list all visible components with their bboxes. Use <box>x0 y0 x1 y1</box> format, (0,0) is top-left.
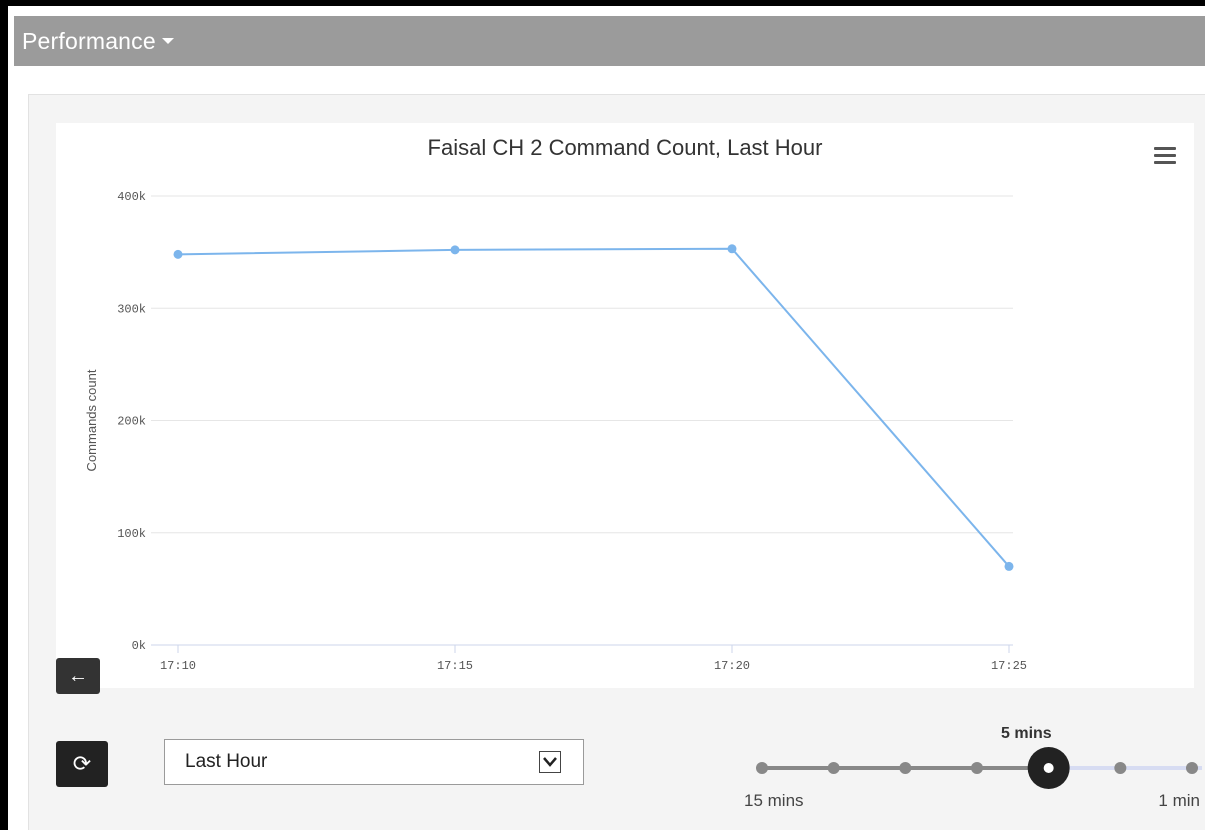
time-range-select[interactable]: Last Hour <box>164 739 584 785</box>
slider-step[interactable] <box>1186 762 1198 774</box>
data-point <box>727 244 737 254</box>
y-tick-label: 300k <box>117 302 146 316</box>
series-line <box>177 247 1010 568</box>
performance-panel: 0k 100k 200k 300k 400k Commands count 17:10 17:… <box>28 94 1205 830</box>
y-axis-label: Commands count <box>84 369 99 471</box>
data-point <box>1004 561 1014 571</box>
data-point <box>450 245 460 255</box>
y-tick-label: 200k <box>117 415 146 429</box>
refresh-icon: ⟳ <box>72 751 92 776</box>
slider-step[interactable] <box>827 762 840 774</box>
x-tick-label: 17:20 <box>714 659 750 673</box>
time-range-value: Last Hour <box>185 751 268 772</box>
line-chart: 0k 100k 200k 300k 400k Commands count 17:10 17:… <box>84 190 1027 673</box>
app-frame: Performance 0k 100k 200k 300k 400k Commands c… <box>8 6 1205 830</box>
x-tick-label: 17:25 <box>991 659 1027 673</box>
chevron-down-icon[interactable] <box>539 751 561 773</box>
hamburger-menu-icon[interactable] <box>1154 147 1176 165</box>
slider-max-label: 1 min <box>1158 791 1200 810</box>
slider-track[interactable] <box>744 737 1204 797</box>
header-title[interactable]: Performance <box>14 28 156 55</box>
slider-handle-dot <box>1043 763 1054 773</box>
caret-down-icon[interactable] <box>161 38 174 44</box>
slider-step[interactable] <box>971 762 983 774</box>
slider-step[interactable] <box>756 762 768 774</box>
y-tick-label: 400k <box>117 190 146 204</box>
slider-min-label: 15 mins <box>744 791 804 810</box>
back-button[interactable]: ← <box>56 658 100 694</box>
slider-step[interactable] <box>1114 762 1127 774</box>
y-tick-label: 0k <box>132 639 146 653</box>
data-point <box>173 249 183 259</box>
slider-step[interactable] <box>899 762 912 774</box>
chart-card: 0k 100k 200k 300k 400k Commands count 17:10 17:… <box>56 123 1194 694</box>
arrow-left-icon: ← <box>68 664 88 687</box>
performance-header[interactable]: Performance <box>14 16 1205 66</box>
x-tick-label: 17:15 <box>437 659 473 673</box>
interval-slider[interactable]: 5 mins 15 mins 1 min <box>744 725 1204 815</box>
refresh-button[interactable]: ⟳ <box>56 741 108 787</box>
y-tick-label: 100k <box>117 527 146 541</box>
chart-title: Faisal CH 2 Command Count, Last Hour <box>427 135 823 160</box>
x-tick-label: 17:10 <box>160 659 196 673</box>
